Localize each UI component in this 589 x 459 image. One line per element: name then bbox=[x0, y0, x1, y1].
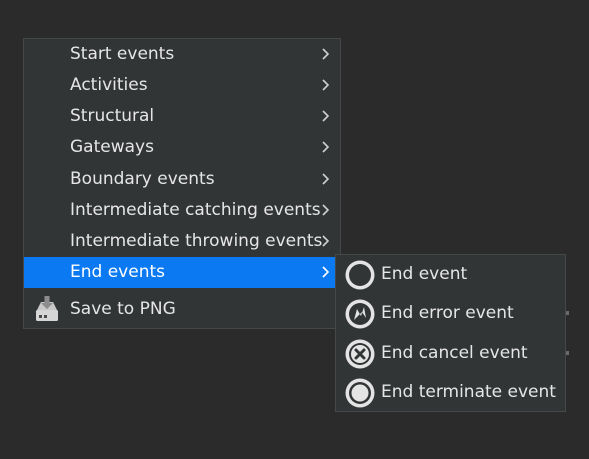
chevron-right-icon bbox=[322, 79, 330, 91]
menu-item-label: Start events bbox=[70, 44, 175, 64]
menu-item-start-events[interactable]: Start events bbox=[24, 39, 340, 70]
chevron-right-icon bbox=[322, 48, 330, 60]
menu-item-label: Intermediate throwing events bbox=[70, 231, 323, 251]
submenu-item-end-event[interactable]: End event bbox=[336, 255, 565, 294]
context-menu: Start events Activities Structural Gatew… bbox=[23, 38, 342, 329]
menu-item-structural[interactable]: Structural bbox=[24, 101, 340, 132]
submenu-item-end-cancel-event[interactable]: End cancel event bbox=[336, 334, 565, 373]
menu-item-label: End events bbox=[70, 262, 165, 282]
chevron-right-icon bbox=[322, 173, 330, 185]
menu-item-label: Save to PNG bbox=[70, 299, 176, 319]
menu-item-save-to-png[interactable]: Save to PNG bbox=[24, 292, 340, 326]
submenu-item-label: End event bbox=[381, 264, 468, 284]
end-event-icon bbox=[345, 260, 375, 290]
menu-item-label: Gateways bbox=[70, 137, 154, 157]
menu-item-gateways[interactable]: Gateways bbox=[24, 132, 340, 163]
menu-item-activities[interactable]: Activities bbox=[24, 70, 340, 101]
menu-item-intermediate-catching-events[interactable]: Intermediate catching events bbox=[24, 195, 340, 226]
menu-item-end-events[interactable]: End events bbox=[24, 257, 342, 288]
menu-item-label: Boundary events bbox=[70, 169, 215, 189]
end-cancel-event-icon bbox=[345, 339, 375, 369]
menu-item-label: Activities bbox=[70, 75, 148, 95]
submenu-item-label: End cancel event bbox=[381, 343, 528, 363]
submenu-item-end-terminate-event[interactable]: End terminate event bbox=[336, 373, 565, 412]
menu-item-intermediate-throwing-events[interactable]: Intermediate throwing events bbox=[24, 226, 340, 257]
chevron-right-icon bbox=[322, 110, 330, 122]
menu-item-boundary-events[interactable]: Boundary events bbox=[24, 164, 340, 195]
end-terminate-event-icon bbox=[345, 378, 375, 408]
menu-item-label: Intermediate catching events bbox=[70, 200, 321, 220]
chevron-right-icon bbox=[322, 266, 330, 278]
end-error-event-icon bbox=[345, 299, 375, 329]
chevron-right-icon bbox=[322, 235, 330, 247]
submenu-item-label: End terminate event bbox=[381, 382, 556, 402]
submenu-item-end-error-event[interactable]: End error event bbox=[336, 294, 565, 333]
submenu-item-label: End error event bbox=[381, 303, 514, 323]
chevron-right-icon bbox=[322, 204, 330, 216]
chevron-right-icon bbox=[322, 141, 330, 153]
save-disk-icon bbox=[36, 296, 58, 321]
end-events-submenu: End event End error event End cancel eve… bbox=[335, 254, 566, 412]
menu-item-label: Structural bbox=[70, 106, 155, 126]
